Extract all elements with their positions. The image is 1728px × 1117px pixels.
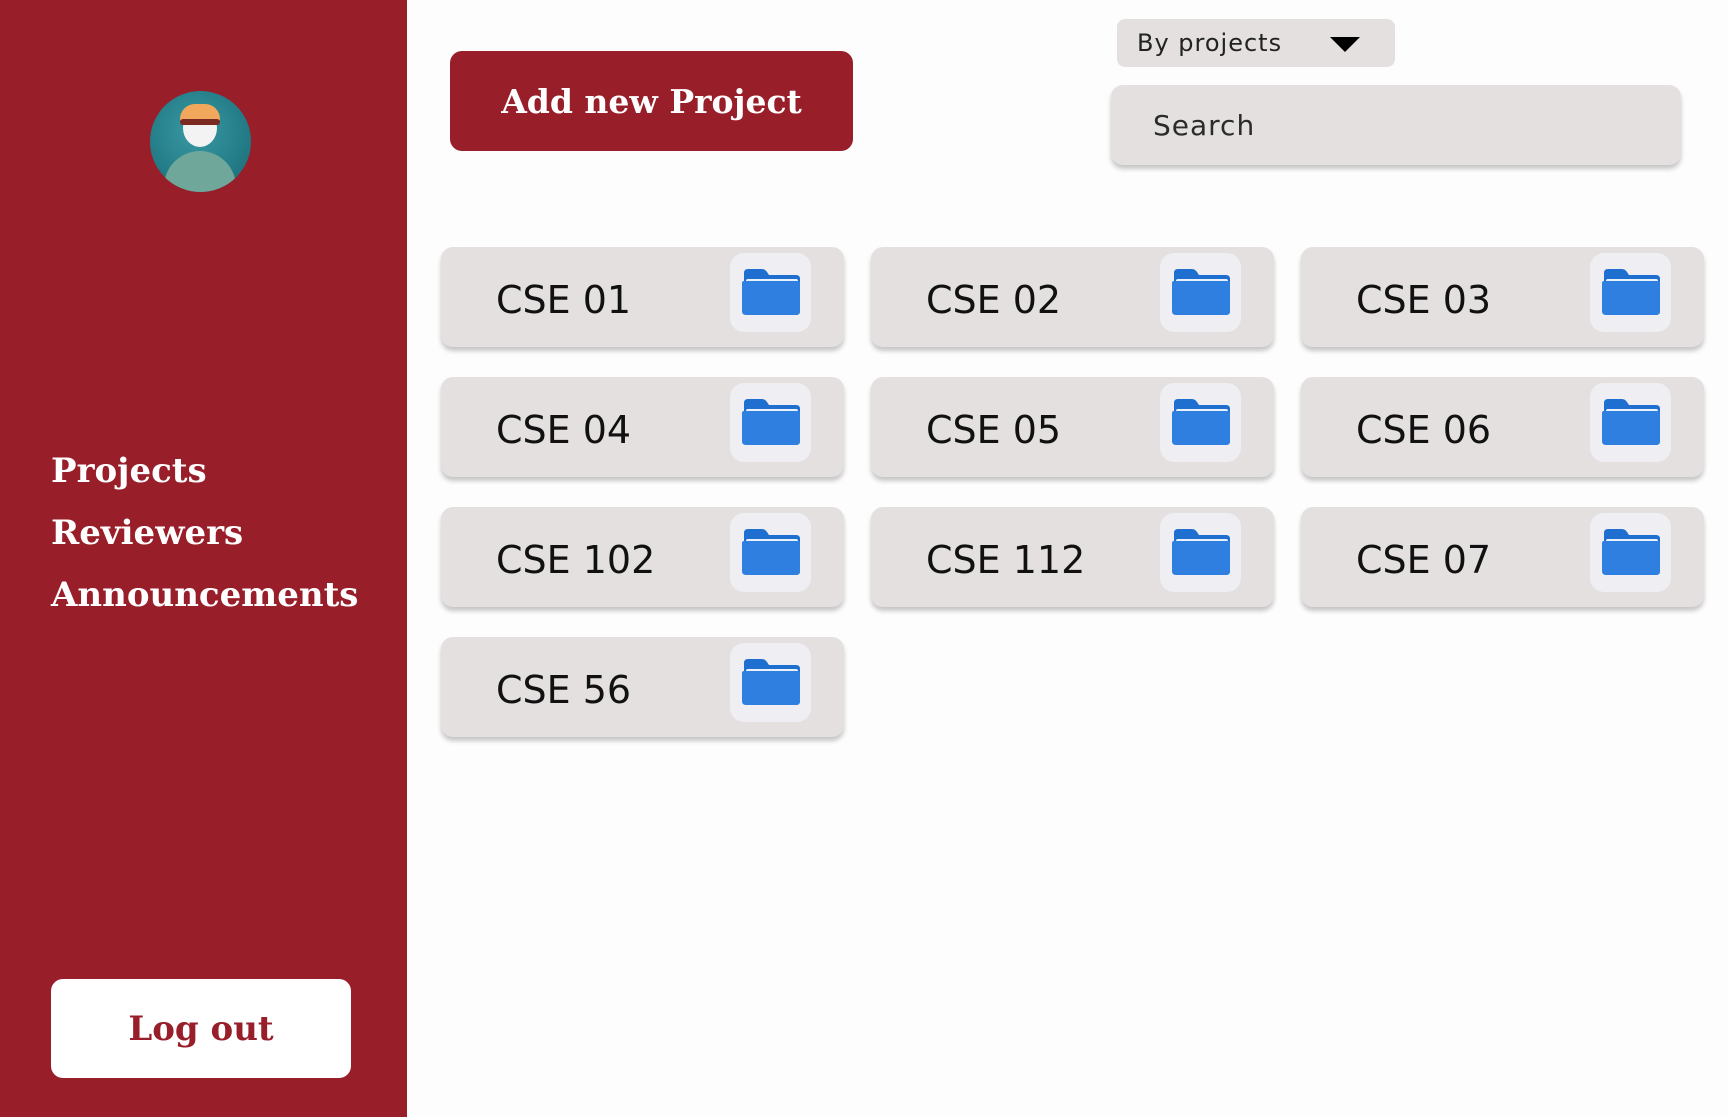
project-card[interactable]: CSE 56 xyxy=(441,637,844,737)
project-card[interactable]: CSE 02 xyxy=(871,247,1274,347)
folder-icon[interactable] xyxy=(1590,513,1671,592)
project-card[interactable]: CSE 112 xyxy=(871,507,1274,607)
sidebar-nav: Projects Reviewers Announcements xyxy=(51,440,358,626)
add-project-button[interactable]: Add new Project xyxy=(450,51,853,151)
sidebar-item-reviewers[interactable]: Reviewers xyxy=(51,502,358,564)
folder-icon[interactable] xyxy=(730,643,811,722)
app: Projects Reviewers Announcements Log out… xyxy=(0,0,1728,1117)
project-card[interactable]: CSE 05 xyxy=(871,377,1274,477)
project-card[interactable]: CSE 06 xyxy=(1301,377,1704,477)
project-card-title: CSE 102 xyxy=(496,538,656,582)
logout-button[interactable]: Log out xyxy=(51,979,351,1078)
filter-dropdown[interactable]: By projects xyxy=(1117,19,1395,67)
project-card[interactable]: CSE 01 xyxy=(441,247,844,347)
project-card-title: CSE 01 xyxy=(496,278,632,322)
folder-icon[interactable] xyxy=(1590,383,1671,462)
sidebar-item-projects[interactable]: Projects xyxy=(51,440,358,502)
project-card-title: CSE 112 xyxy=(926,538,1086,582)
folder-icon[interactable] xyxy=(730,253,811,332)
folder-icon[interactable] xyxy=(730,513,811,592)
avatar[interactable] xyxy=(150,91,251,192)
search-input[interactable] xyxy=(1111,85,1681,165)
caret-down-icon xyxy=(1330,37,1360,52)
sidebar: Projects Reviewers Announcements Log out xyxy=(0,0,407,1117)
folder-icon[interactable] xyxy=(1160,253,1241,332)
project-card[interactable]: CSE 04 xyxy=(441,377,844,477)
sidebar-item-announcements[interactable]: Announcements xyxy=(51,564,358,626)
project-card-title: CSE 06 xyxy=(1356,408,1492,452)
project-card[interactable]: CSE 03 xyxy=(1301,247,1704,347)
folder-icon[interactable] xyxy=(1590,253,1671,332)
project-grid: CSE 01 CSE 02 CSE 03 CSE 04 CSE 05 CSE 06 CSE … xyxy=(441,247,1704,737)
folder-icon[interactable] xyxy=(1160,383,1241,462)
project-card-title: CSE 03 xyxy=(1356,278,1492,322)
project-card[interactable]: CSE 07 xyxy=(1301,507,1704,607)
filter-selected-value: By projects xyxy=(1137,29,1283,57)
project-card-title: CSE 02 xyxy=(926,278,1062,322)
folder-icon[interactable] xyxy=(730,383,811,462)
project-card[interactable]: CSE 102 xyxy=(441,507,844,607)
project-card-title: CSE 07 xyxy=(1356,538,1492,582)
folder-icon[interactable] xyxy=(1160,513,1241,592)
project-card-title: CSE 56 xyxy=(496,668,632,712)
project-card-title: CSE 04 xyxy=(496,408,632,452)
project-card-title: CSE 05 xyxy=(926,408,1062,452)
